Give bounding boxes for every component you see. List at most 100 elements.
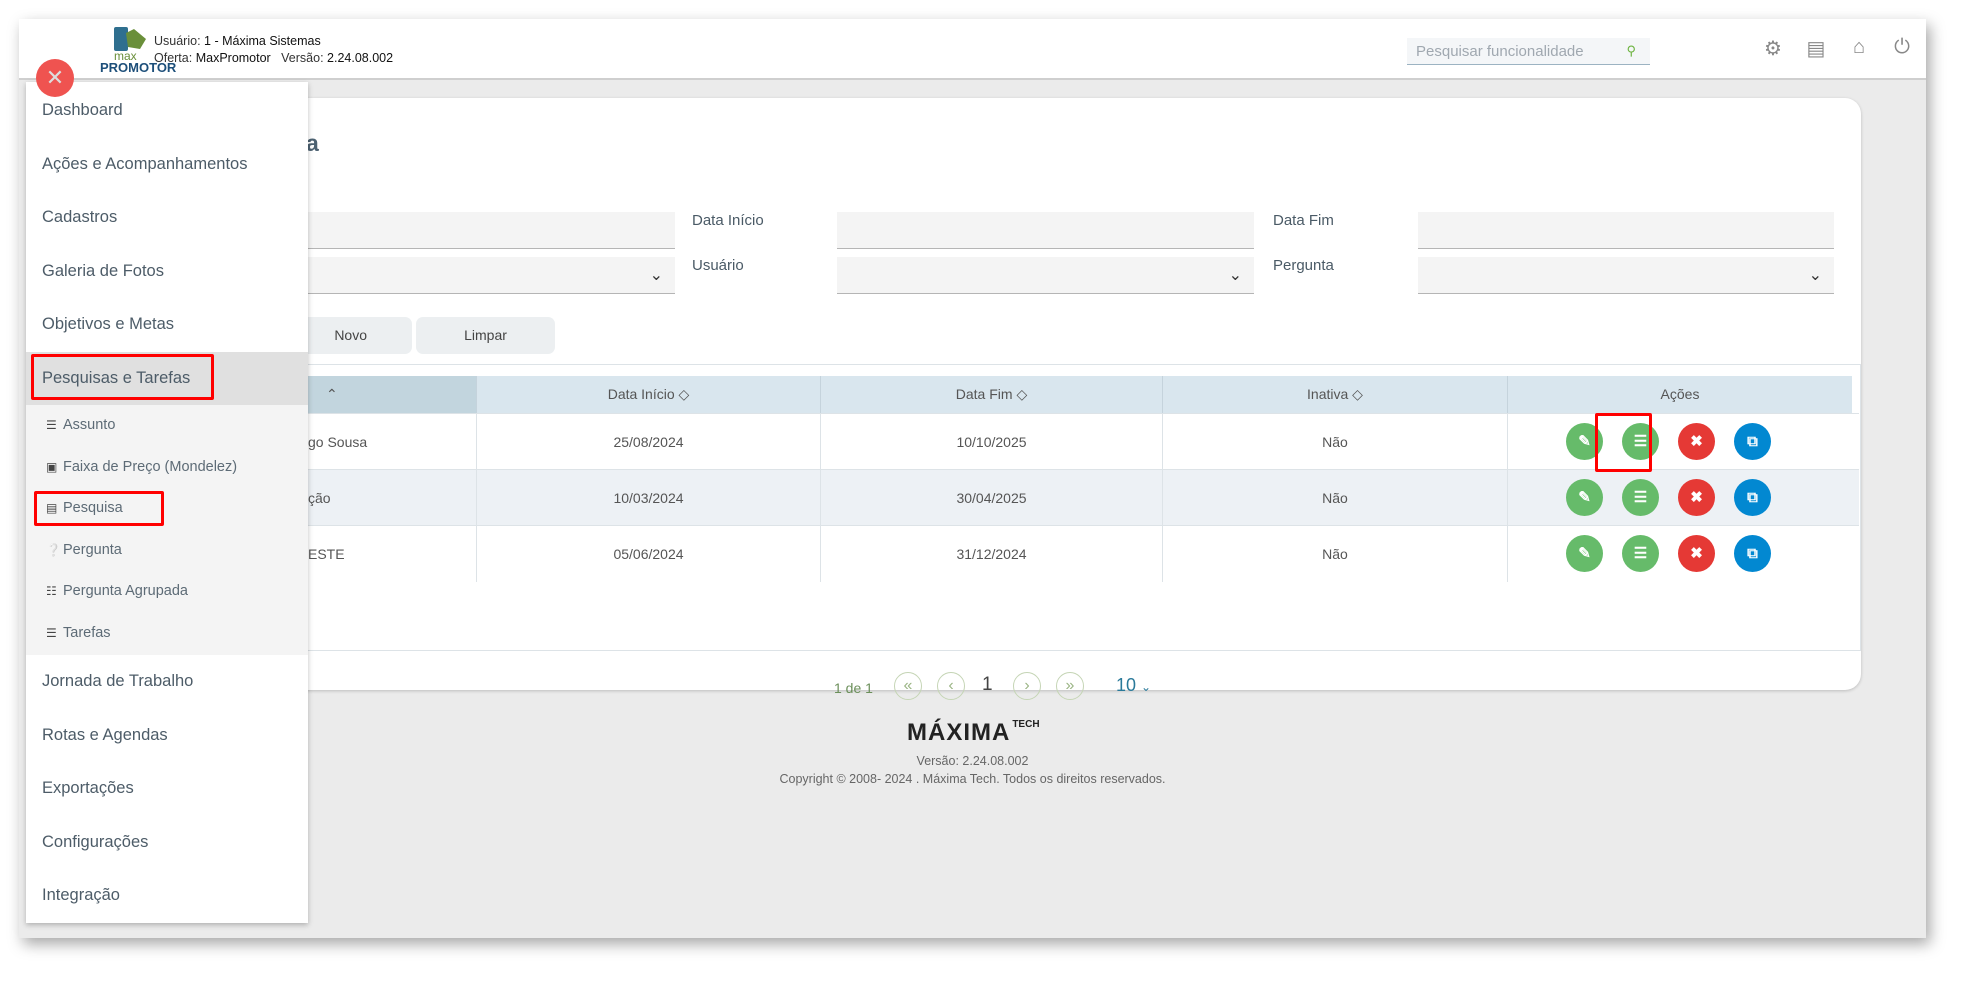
sidebar-item[interactable]: Cadastros xyxy=(26,191,308,244)
delete-button[interactable]: ✖ xyxy=(1678,479,1715,516)
list-questions-button[interactable]: ☰ xyxy=(1622,535,1659,572)
question-icon: ❔ xyxy=(46,542,61,557)
app-window: max PROMOTOR Usuário: 1 - Máxima Sistemas… xyxy=(19,19,1926,938)
inativa-cell: Não xyxy=(1163,470,1508,526)
home-icon[interactable]: ⌂ xyxy=(1846,36,1872,62)
duplicate-button[interactable]: ⧉ xyxy=(1734,423,1771,460)
power-icon[interactable]: ⏻ xyxy=(1889,36,1915,62)
chevron-down-icon: ⌄ xyxy=(1808,267,1822,284)
inativa-cell: Não xyxy=(1163,526,1508,582)
sidebar-item[interactable]: Integração xyxy=(26,869,308,922)
table-row: ESTE 05/06/2024 31/12/2024 Não ✎ ☰ ✖ ⧉ xyxy=(189,525,1859,582)
sidebar-item[interactable]: Jornada de Trabalho xyxy=(26,655,308,708)
sidebar-item[interactable]: Dashboard xyxy=(26,84,308,137)
edit-button[interactable]: ✎ xyxy=(1566,479,1603,516)
user-label: Usuário: xyxy=(154,34,201,48)
delete-button[interactable]: ✖ xyxy=(1678,535,1715,572)
submenu-item[interactable]: ☷ Pergunta Agrupada xyxy=(46,571,188,612)
search-placeholder: Pesquisar funcionalidade xyxy=(1416,43,1584,60)
usuario-select[interactable]: ⌄ xyxy=(837,257,1254,294)
edit-icon: ✎ xyxy=(1578,489,1591,506)
pergunta-select[interactable]: ⌄ xyxy=(1418,257,1834,294)
column-header-data-fim[interactable]: Data Fim ◇ xyxy=(821,376,1163,413)
chevron-down-icon: ⌄ xyxy=(1228,267,1242,284)
submenu-item[interactable]: ▣ Faixa de Preço (Mondelez) xyxy=(46,447,237,488)
highlight-box xyxy=(1595,413,1652,472)
submenu-label: Pergunta Agrupada xyxy=(63,583,188,599)
page-size-select[interactable]: 10 ⌄ xyxy=(1116,675,1151,696)
duplicate-icon: ⧉ xyxy=(1747,489,1758,506)
next-page-button[interactable]: › xyxy=(1013,672,1041,700)
first-page-button[interactable]: « xyxy=(894,672,922,700)
data-fim-cell: 10/10/2025 xyxy=(821,414,1163,470)
delete-icon: ✖ xyxy=(1690,433,1703,450)
sidebar-menu: Dashboard Ações e Acompanhamentos Cadastro… xyxy=(26,82,308,923)
content-card: a Data Início Data Fim ⌄ Usuário ⌄ Pergu… xyxy=(188,98,1861,700)
chevron-down-icon: ⌄ xyxy=(649,267,663,284)
session-info: Usuário: 1 - Máxima Sistemas Oferta: Max… xyxy=(154,33,393,67)
document-icon[interactable]: ▤ xyxy=(1803,36,1829,62)
delete-icon: ✖ xyxy=(1690,489,1703,506)
inativa-cell: Não xyxy=(1163,414,1508,470)
data-fim-label: Data Fim xyxy=(1273,212,1334,229)
duplicate-icon: ⧉ xyxy=(1747,545,1758,562)
list-questions-icon: ☰ xyxy=(1633,489,1648,506)
sidebar-item[interactable]: Rotas e Agendas xyxy=(26,709,308,762)
sidebar-item[interactable]: Ações e Acompanhamentos xyxy=(26,138,308,191)
submenu-item[interactable]: ☰ Tarefas xyxy=(46,613,111,654)
sidebar-item[interactable]: Objetivos e Metas xyxy=(26,298,308,351)
results-table: ⌃ Data Início ◇ Data Fim ◇ Inativa ◇ Açõ… xyxy=(188,364,1861,651)
money-icon: ▣ xyxy=(46,459,58,474)
table-row: ção 10/03/2024 30/04/2025 Não ✎ ☰ ✖ ⧉ xyxy=(189,469,1859,526)
submenu-item[interactable]: ☰ Assunto xyxy=(46,405,115,446)
delete-button[interactable]: ✖ xyxy=(1678,423,1715,460)
column-header-inativa[interactable]: Inativa ◇ xyxy=(1163,376,1508,413)
pergunta-label: Pergunta xyxy=(1273,257,1334,274)
column-header-acoes: Ações xyxy=(1508,376,1852,413)
duplicate-button[interactable]: ⧉ xyxy=(1734,479,1771,516)
submenu-label: Faixa de Preço (Mondelez) xyxy=(63,458,238,475)
current-page[interactable]: 1 xyxy=(982,674,993,696)
edit-icon: ✎ xyxy=(1578,433,1591,450)
maxpromotor-logo: max PROMOTOR xyxy=(100,25,176,77)
search-icon[interactable]: ⚲ xyxy=(1626,43,1636,59)
data-inicio-label: Data Início xyxy=(692,212,764,229)
duplicate-icon: ⧉ xyxy=(1747,433,1758,450)
prev-page-button[interactable]: ‹ xyxy=(937,672,965,700)
data-inicio-cell: 10/03/2024 xyxy=(477,470,821,526)
data-inicio-input[interactable] xyxy=(837,212,1254,249)
sitemap-icon: ☷ xyxy=(46,584,57,598)
list-questions-icon: ☰ xyxy=(1633,545,1648,562)
version-value: 2.24.08.002 xyxy=(327,51,394,65)
gears-icon[interactable]: ⚙ xyxy=(1760,36,1786,62)
feature-search-input[interactable]: Pesquisar funcionalidade ⚲ xyxy=(1407,38,1650,65)
submenu-label: Tarefas xyxy=(63,624,111,641)
offer-value: MaxPromotor xyxy=(195,51,271,65)
edit-button[interactable]: ✎ xyxy=(1566,535,1603,572)
sidebar-item[interactable]: Galeria de Fotos xyxy=(26,245,308,298)
submenu-pesquisas: ☰ Assunto ▣ Faixa de Preço (Mondelez) ▤ Pesqu… xyxy=(26,405,308,655)
data-inicio-cell: 05/06/2024 xyxy=(477,526,821,582)
version-label: Versão: xyxy=(281,51,324,65)
data-fim-input[interactable] xyxy=(1418,212,1834,249)
user-value: 1 - Máxima Sistemas xyxy=(204,34,321,48)
column-header-data-inicio[interactable]: Data Início ◇ xyxy=(477,376,821,413)
page-size-value: 10 xyxy=(1116,675,1137,695)
duplicate-button[interactable]: ⧉ xyxy=(1734,535,1771,572)
close-menu-button[interactable]: ✕ xyxy=(36,59,74,97)
highlight-box xyxy=(34,491,164,526)
data-inicio-cell: 25/08/2024 xyxy=(477,414,821,470)
sidebar-item[interactable]: Configurações xyxy=(26,816,308,869)
sidebar-item[interactable]: Exportações xyxy=(26,762,308,815)
submenu-item[interactable]: ❔ Pergunta xyxy=(46,530,122,571)
limpar-button[interactable]: Limpar xyxy=(416,317,555,354)
offer-label: Oferta: xyxy=(154,51,193,65)
header-label: Inativa xyxy=(1307,386,1349,402)
list-questions-button[interactable]: ☰ xyxy=(1622,479,1659,516)
usuario-label: Usuário xyxy=(692,257,744,274)
header-label: Ações xyxy=(1660,386,1700,402)
last-page-button[interactable]: » xyxy=(1056,672,1084,700)
lines-icon: ☰ xyxy=(46,418,57,432)
ordered-list-icon: ☰ xyxy=(46,625,57,640)
header-label: Data Fim xyxy=(955,386,1013,402)
